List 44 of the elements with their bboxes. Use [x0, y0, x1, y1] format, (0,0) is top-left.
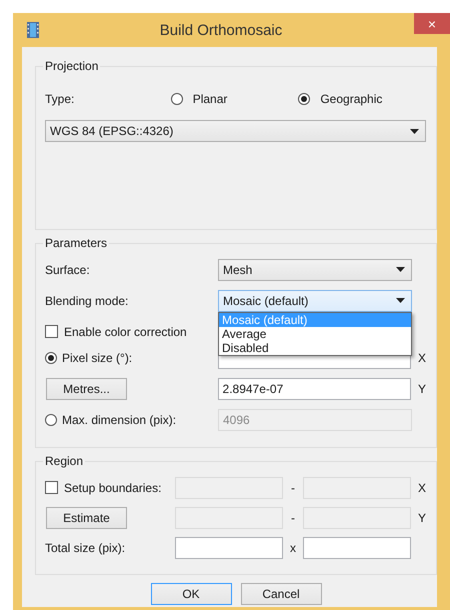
- radio-button[interactable]: [45, 352, 57, 364]
- separator-label: -: [290, 480, 296, 494]
- field-label: Type:: [45, 92, 76, 106]
- checkbox-label: Setup boundaries:: [64, 480, 162, 494]
- dropdown[interactable]: WGS 84 (EPSG::4326): [45, 120, 426, 142]
- radio-label: Max. dimension (pix):: [62, 412, 176, 426]
- window-title: Build Orthomosaic: [160, 22, 282, 38]
- radio-button[interactable]: [298, 92, 310, 104]
- radio-label: Planar: [192, 92, 228, 106]
- input-field[interactable]: 2.8947e-07: [218, 378, 411, 400]
- film-icon: [27, 22, 39, 38]
- caret-icon: [410, 128, 419, 134]
- dropdown[interactable]: Mosaic (default): [218, 290, 412, 312]
- cancel-button[interactable]: Cancel: [240, 583, 322, 605]
- radio-label: Pixel size (°):: [62, 350, 132, 364]
- group-title: Projection: [43, 59, 100, 73]
- dropdown[interactable]: Mesh: [218, 258, 412, 280]
- caret-icon: [396, 267, 405, 272]
- axis-label: X: [418, 480, 426, 494]
- group-title: Parameters: [43, 236, 110, 250]
- dropdown-option[interactable]: Disabled: [219, 340, 411, 354]
- field-label: Blending mode:: [45, 294, 130, 308]
- close-button[interactable]: ×: [414, 13, 450, 34]
- checkbox[interactable]: [45, 325, 58, 338]
- input-field[interactable]: [175, 536, 283, 558]
- radio-button[interactable]: [45, 414, 57, 426]
- separator-label: -: [290, 510, 296, 524]
- axis-label: Y: [418, 510, 426, 524]
- metres-button[interactable]: Metres...: [46, 378, 127, 400]
- ok-button[interactable]: OK: [150, 583, 232, 605]
- checkbox[interactable]: [45, 481, 58, 494]
- radio-button[interactable]: [170, 92, 183, 104]
- separator-label: x: [289, 540, 297, 554]
- input-field[interactable]: [303, 536, 411, 558]
- radio-label: Geographic: [320, 92, 382, 106]
- group-title: Region: [43, 454, 86, 468]
- dropdown-option[interactable]: Average: [219, 326, 411, 340]
- field-label: Surface:: [45, 262, 91, 276]
- field-label: Total size (pix):: [45, 540, 126, 554]
- caret-icon: [396, 298, 405, 303]
- axis-label: X: [418, 350, 426, 364]
- axis-label: Y: [418, 382, 426, 396]
- checkbox-label: Enable color correction: [64, 324, 187, 338]
- estimate-button[interactable]: Estimate: [46, 506, 127, 528]
